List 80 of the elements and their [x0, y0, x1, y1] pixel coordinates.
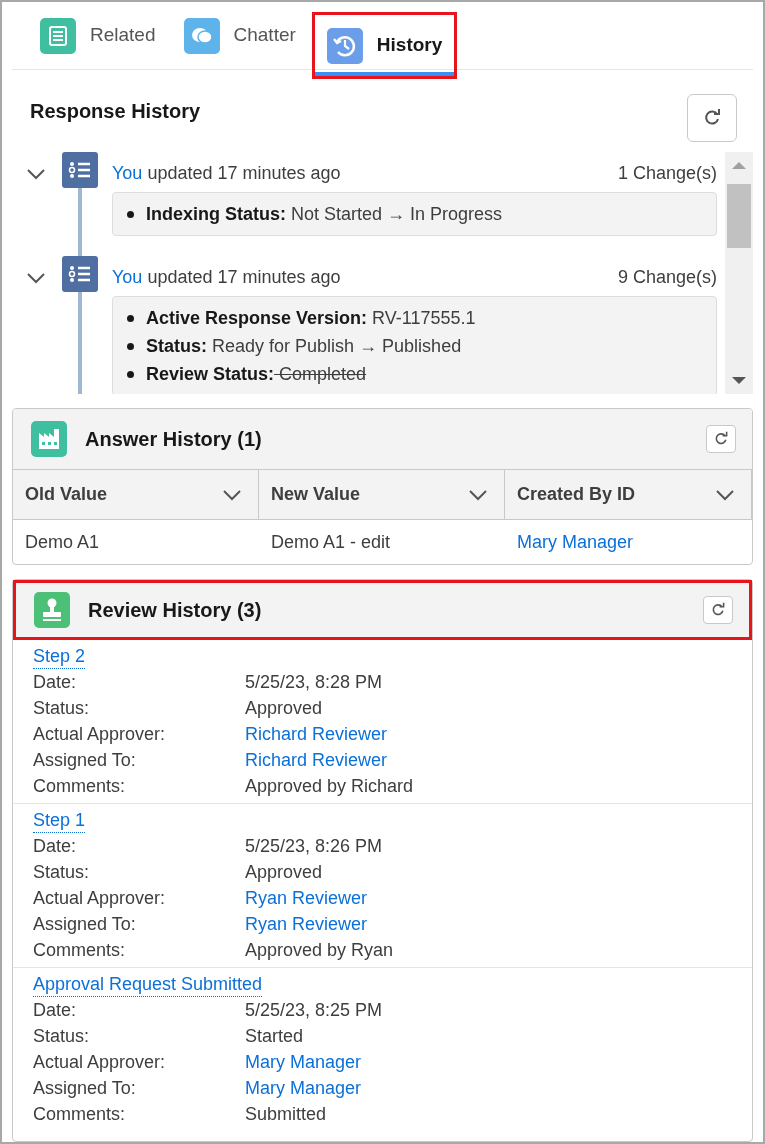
table-cell-text: Demo A1 - edit — [271, 530, 391, 554]
bullet — [127, 210, 134, 218]
chat-bubbles-icon — [183, 17, 220, 54]
chevron-down-icon — [26, 168, 46, 180]
refresh-button[interactable] — [706, 425, 736, 453]
tab[interactable]: Chatter — [171, 2, 308, 69]
chevron-down-icon — [26, 272, 46, 284]
user-link[interactable]: Ryan Reviewer — [245, 914, 368, 934]
refresh-icon — [702, 108, 722, 128]
field-value: Approved by Richard — [245, 776, 414, 796]
column-header[interactable]: Created By ID — [505, 470, 752, 520]
stamp-icon — [34, 592, 70, 628]
step-link[interactable]: Approval Request Submitted — [33, 972, 263, 997]
section-title: Response History — [30, 99, 201, 124]
field-value: 5/25/23, 8:28 PM — [245, 672, 383, 692]
field-label: Status: — [33, 697, 91, 720]
change-count: 9 Change(s) — [617, 265, 717, 289]
card-title: Answer History (1) — [85, 427, 262, 452]
user-link[interactable]: Mary Manager — [517, 528, 634, 556]
field-label: Status: — [33, 1025, 91, 1048]
list-icon — [62, 256, 98, 292]
field-label: Comments: — [33, 939, 127, 962]
field-value: 5/25/23, 8:26 PM — [245, 836, 383, 856]
field-value: Approved — [245, 862, 323, 882]
field-value: Submitted — [245, 1104, 327, 1124]
change-item: Status: Ready for Publish → Published — [146, 335, 462, 358]
field-label: Comments: — [33, 775, 127, 798]
refresh-icon — [713, 431, 729, 447]
card-title: Review History (3) — [88, 598, 262, 623]
field-label: Actual Approver: — [33, 887, 167, 910]
user-link[interactable]: Mary Manager — [245, 1078, 362, 1098]
field-label: Assigned To: — [33, 1077, 137, 1100]
field-value: 5/25/23, 8:25 PM — [245, 1000, 383, 1020]
chevron-down-icon[interactable] — [222, 488, 242, 501]
field-label: Comments: — [33, 1103, 127, 1126]
chevron-down-icon[interactable] — [715, 488, 735, 501]
tab[interactable]: History — [311, 12, 458, 79]
field-value: Approved by Ryan — [245, 940, 394, 960]
field-label: Assigned To: — [33, 913, 137, 936]
entry-summary: You updated 17 minutes ago — [112, 161, 341, 185]
column-header[interactable]: Old Value — [13, 470, 259, 520]
change-item: Review Status: Completed — [146, 363, 367, 386]
field-value: Started — [245, 1026, 304, 1046]
list-icon — [40, 17, 76, 54]
change-item: Active Response Version: RV-117555.1 — [146, 307, 476, 330]
step-link[interactable]: Step 1 — [33, 808, 86, 833]
field-value: Approved — [245, 698, 323, 718]
refresh-button[interactable] — [703, 596, 733, 624]
table-cell-text: Demo A1 — [25, 530, 100, 554]
scroll-down-icon[interactable] — [731, 376, 747, 386]
actor-link[interactable]: You — [112, 162, 143, 183]
refresh-icon — [710, 602, 726, 618]
user-link[interactable]: Richard Reviewer — [245, 724, 388, 744]
scrollbar[interactable] — [725, 152, 753, 394]
tab[interactable]: Related — [28, 2, 168, 69]
field-label: Actual Approver: — [33, 723, 167, 746]
bullet — [127, 314, 134, 322]
column-header[interactable]: New Value — [259, 470, 505, 520]
actor-link[interactable]: You — [112, 266, 143, 287]
change-count: 1 Change(s) — [617, 161, 717, 185]
scrollbar-thumb[interactable] — [727, 184, 751, 248]
refresh-button[interactable] — [687, 94, 737, 142]
change-item: Indexing Status: Not Started → In Progress — [146, 203, 503, 226]
step-link[interactable]: Step 2 — [33, 644, 86, 669]
clock-history-icon — [326, 27, 363, 64]
factory-icon — [31, 421, 67, 457]
entry-summary: You updated 17 minutes ago — [112, 265, 341, 289]
field-label: Status: — [33, 861, 91, 884]
user-link[interactable]: Mary Manager — [245, 1052, 362, 1072]
chevron-down-icon[interactable] — [468, 488, 488, 501]
bullet — [127, 342, 134, 350]
bullet — [127, 370, 134, 378]
user-link[interactable]: Richard Reviewer — [245, 750, 388, 770]
list-icon — [62, 152, 98, 188]
user-link[interactable]: Ryan Reviewer — [245, 888, 368, 908]
field-label: Assigned To: — [33, 749, 137, 772]
field-label: Date: — [33, 999, 78, 1022]
field-label: Date: — [33, 835, 78, 858]
field-label: Actual Approver: — [33, 1051, 167, 1074]
field-label: Date: — [33, 671, 78, 694]
